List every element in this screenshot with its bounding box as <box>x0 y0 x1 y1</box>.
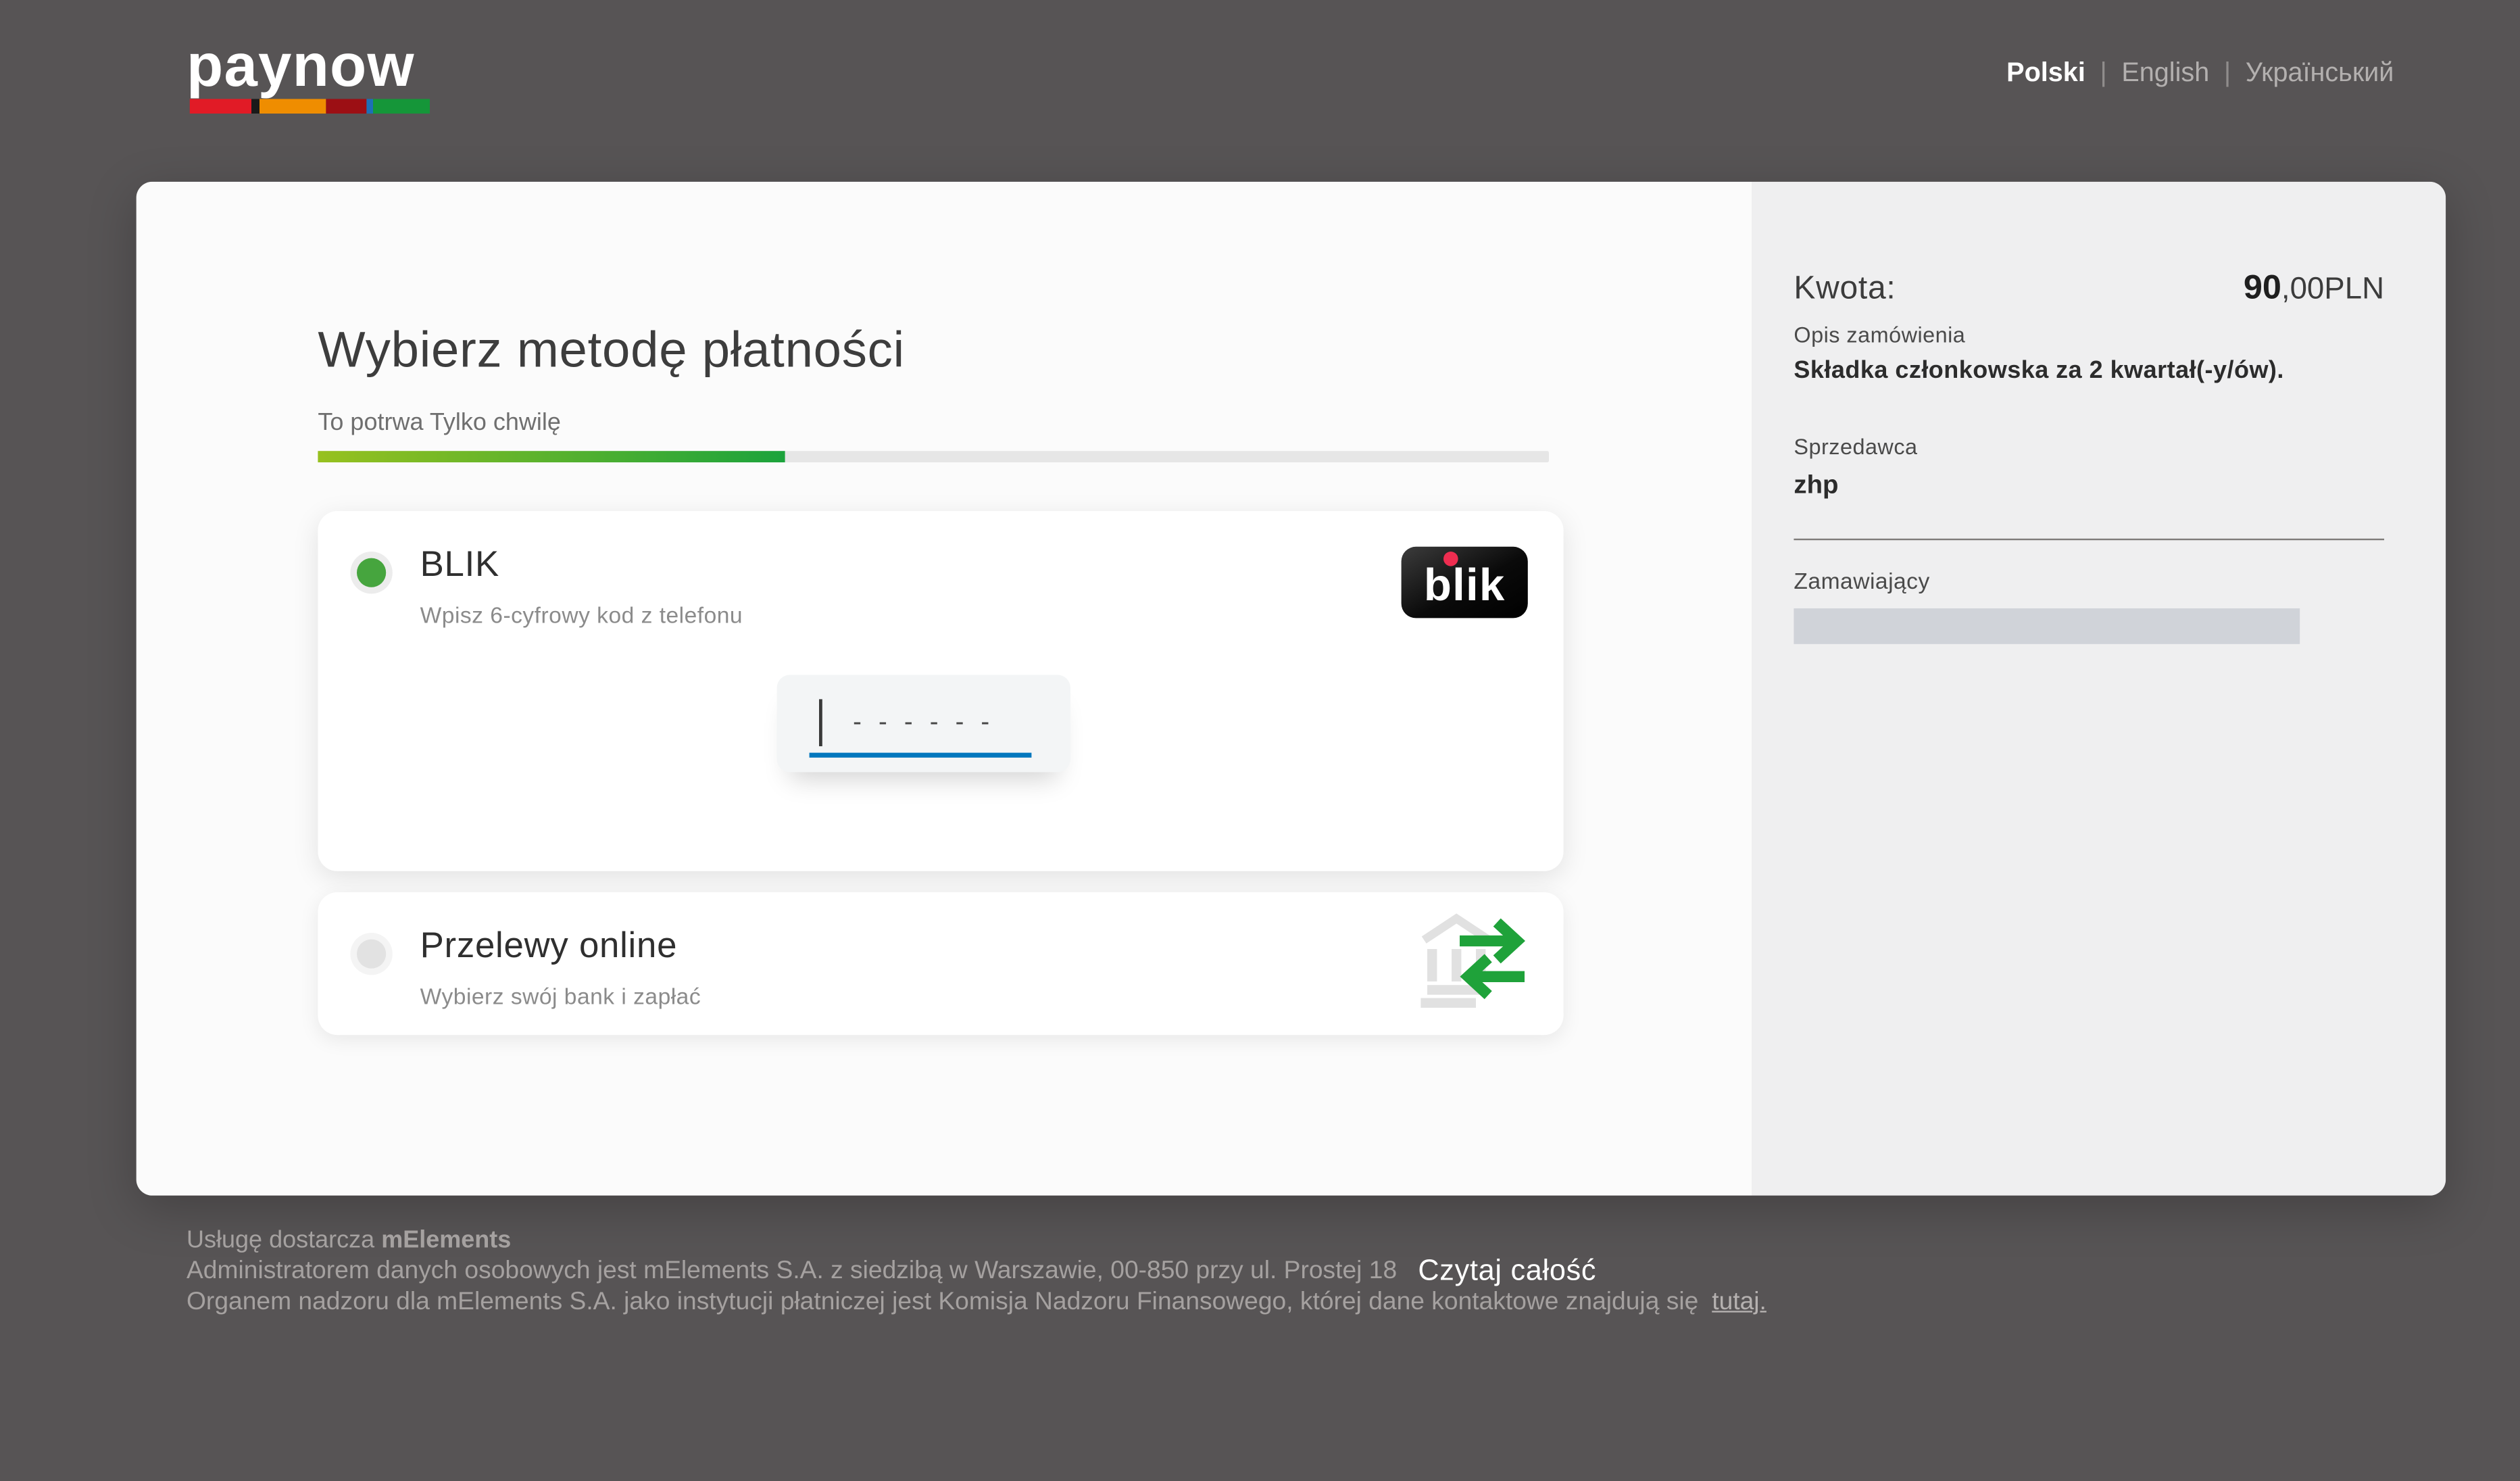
blik-method-description: Wpisz 6-cyfrowy kod z telefonu <box>420 601 743 627</box>
footer: Usługę dostarcza mElements Administrator… <box>187 1226 2392 1317</box>
amount-integer: 90 <box>2244 269 2281 306</box>
language-option-polski[interactable]: Polski <box>2006 58 2085 89</box>
sidebar-divider <box>1794 539 2384 540</box>
payment-card: Wybierz metodę płatności To potrwa Tylko… <box>137 182 2446 1196</box>
amount-fraction: ,00PLN <box>2281 272 2384 306</box>
supervision-text: Organem nadzoru dla mElements S.A. jako … <box>187 1288 1698 1316</box>
language-separator: | <box>2224 58 2231 89</box>
amount-row: Kwota: 90,00PLN <box>1794 269 2384 308</box>
provider-line: Usługę dostarcza mElements <box>187 1226 2392 1254</box>
provider-name: mElements <box>381 1226 511 1254</box>
page-title: Wybierz metodę płatności <box>318 324 1752 377</box>
progress-label: To potrwa Tylko chwilę <box>318 408 1752 436</box>
paynow-logo-text: paynow <box>187 36 430 96</box>
transfer-method-title: Przelewy online <box>420 924 678 966</box>
amount-value: 90,00PLN <box>2244 269 2384 308</box>
blik-input-underline <box>810 752 1032 757</box>
language-option-english[interactable]: English <box>2121 58 2209 89</box>
blik-logo: blik <box>1402 546 1528 618</box>
amount-label: Kwota: <box>1794 271 1896 308</box>
customer-label: Zamawiający <box>1794 568 2384 593</box>
paynow-logo-color-strip <box>190 99 430 114</box>
logo-strip-darkred <box>325 99 367 114</box>
transfer-method-description: Wybierz swój bank i zapłać <box>420 982 701 1008</box>
logo-strip-green <box>373 99 429 114</box>
blik-method-title: BLIK <box>420 543 499 585</box>
logo-strip-black <box>252 99 260 114</box>
supervision-line: Organem nadzoru dla mElements S.A. jako … <box>187 1288 2392 1317</box>
logo-strip-blue <box>368 99 374 114</box>
progress-bar <box>318 450 1549 462</box>
seller-value: zhp <box>1794 472 2384 501</box>
logo-strip-red <box>190 99 252 114</box>
customer-name-redacted <box>1794 608 2300 644</box>
provider-prefix: Usługę dostarcza <box>187 1226 374 1254</box>
data-admin-line: Administratorem danych osobowych jest mE… <box>187 1254 2392 1288</box>
transfer-radio[interactable] <box>357 939 386 968</box>
payment-method-panel: Wybierz metodę płatności To potrwa Tylko… <box>137 182 1752 1196</box>
data-admin-text: Administratorem danych osobowych jest mE… <box>187 1257 1397 1286</box>
language-switcher: Polski | English | Український <box>2006 58 2394 89</box>
order-description-label: Opis zamówienia <box>1794 323 2384 347</box>
page: paynow Polski | English | Український Wy… <box>0 0 2520 1481</box>
paynow-logo: paynow <box>187 36 430 114</box>
blik-code-field[interactable] <box>777 674 1070 771</box>
blik-radio[interactable] <box>357 558 386 587</box>
blik-logo-dot-icon <box>1443 551 1458 566</box>
supervision-link[interactable]: tutaj. <box>1712 1288 1767 1316</box>
language-separator: | <box>2100 58 2106 89</box>
language-option-ukrainian[interactable]: Український <box>2246 58 2394 89</box>
payment-method-transfer[interactable]: Przelewy online Wybierz swój bank i zapł… <box>318 892 1563 1034</box>
order-summary-panel: Kwota: 90,00PLN Opis zamówienia Składka … <box>1752 182 2446 1196</box>
blik-logo-text: blik <box>1424 562 1506 618</box>
seller-label: Sprzedawca <box>1794 435 2384 459</box>
progress-bar-fill <box>318 450 785 462</box>
bank-transfer-icon <box>1411 913 1534 1010</box>
logo-strip-orange <box>260 99 326 114</box>
order-description-value: Składka członkowska za 2 kwartał(-y/ów). <box>1794 357 2384 385</box>
payment-method-blik[interactable]: BLIK Wpisz 6-cyfrowy kod z telefonu blik <box>318 510 1563 871</box>
read-more-link[interactable]: Czytaj całość <box>1418 1254 1596 1288</box>
